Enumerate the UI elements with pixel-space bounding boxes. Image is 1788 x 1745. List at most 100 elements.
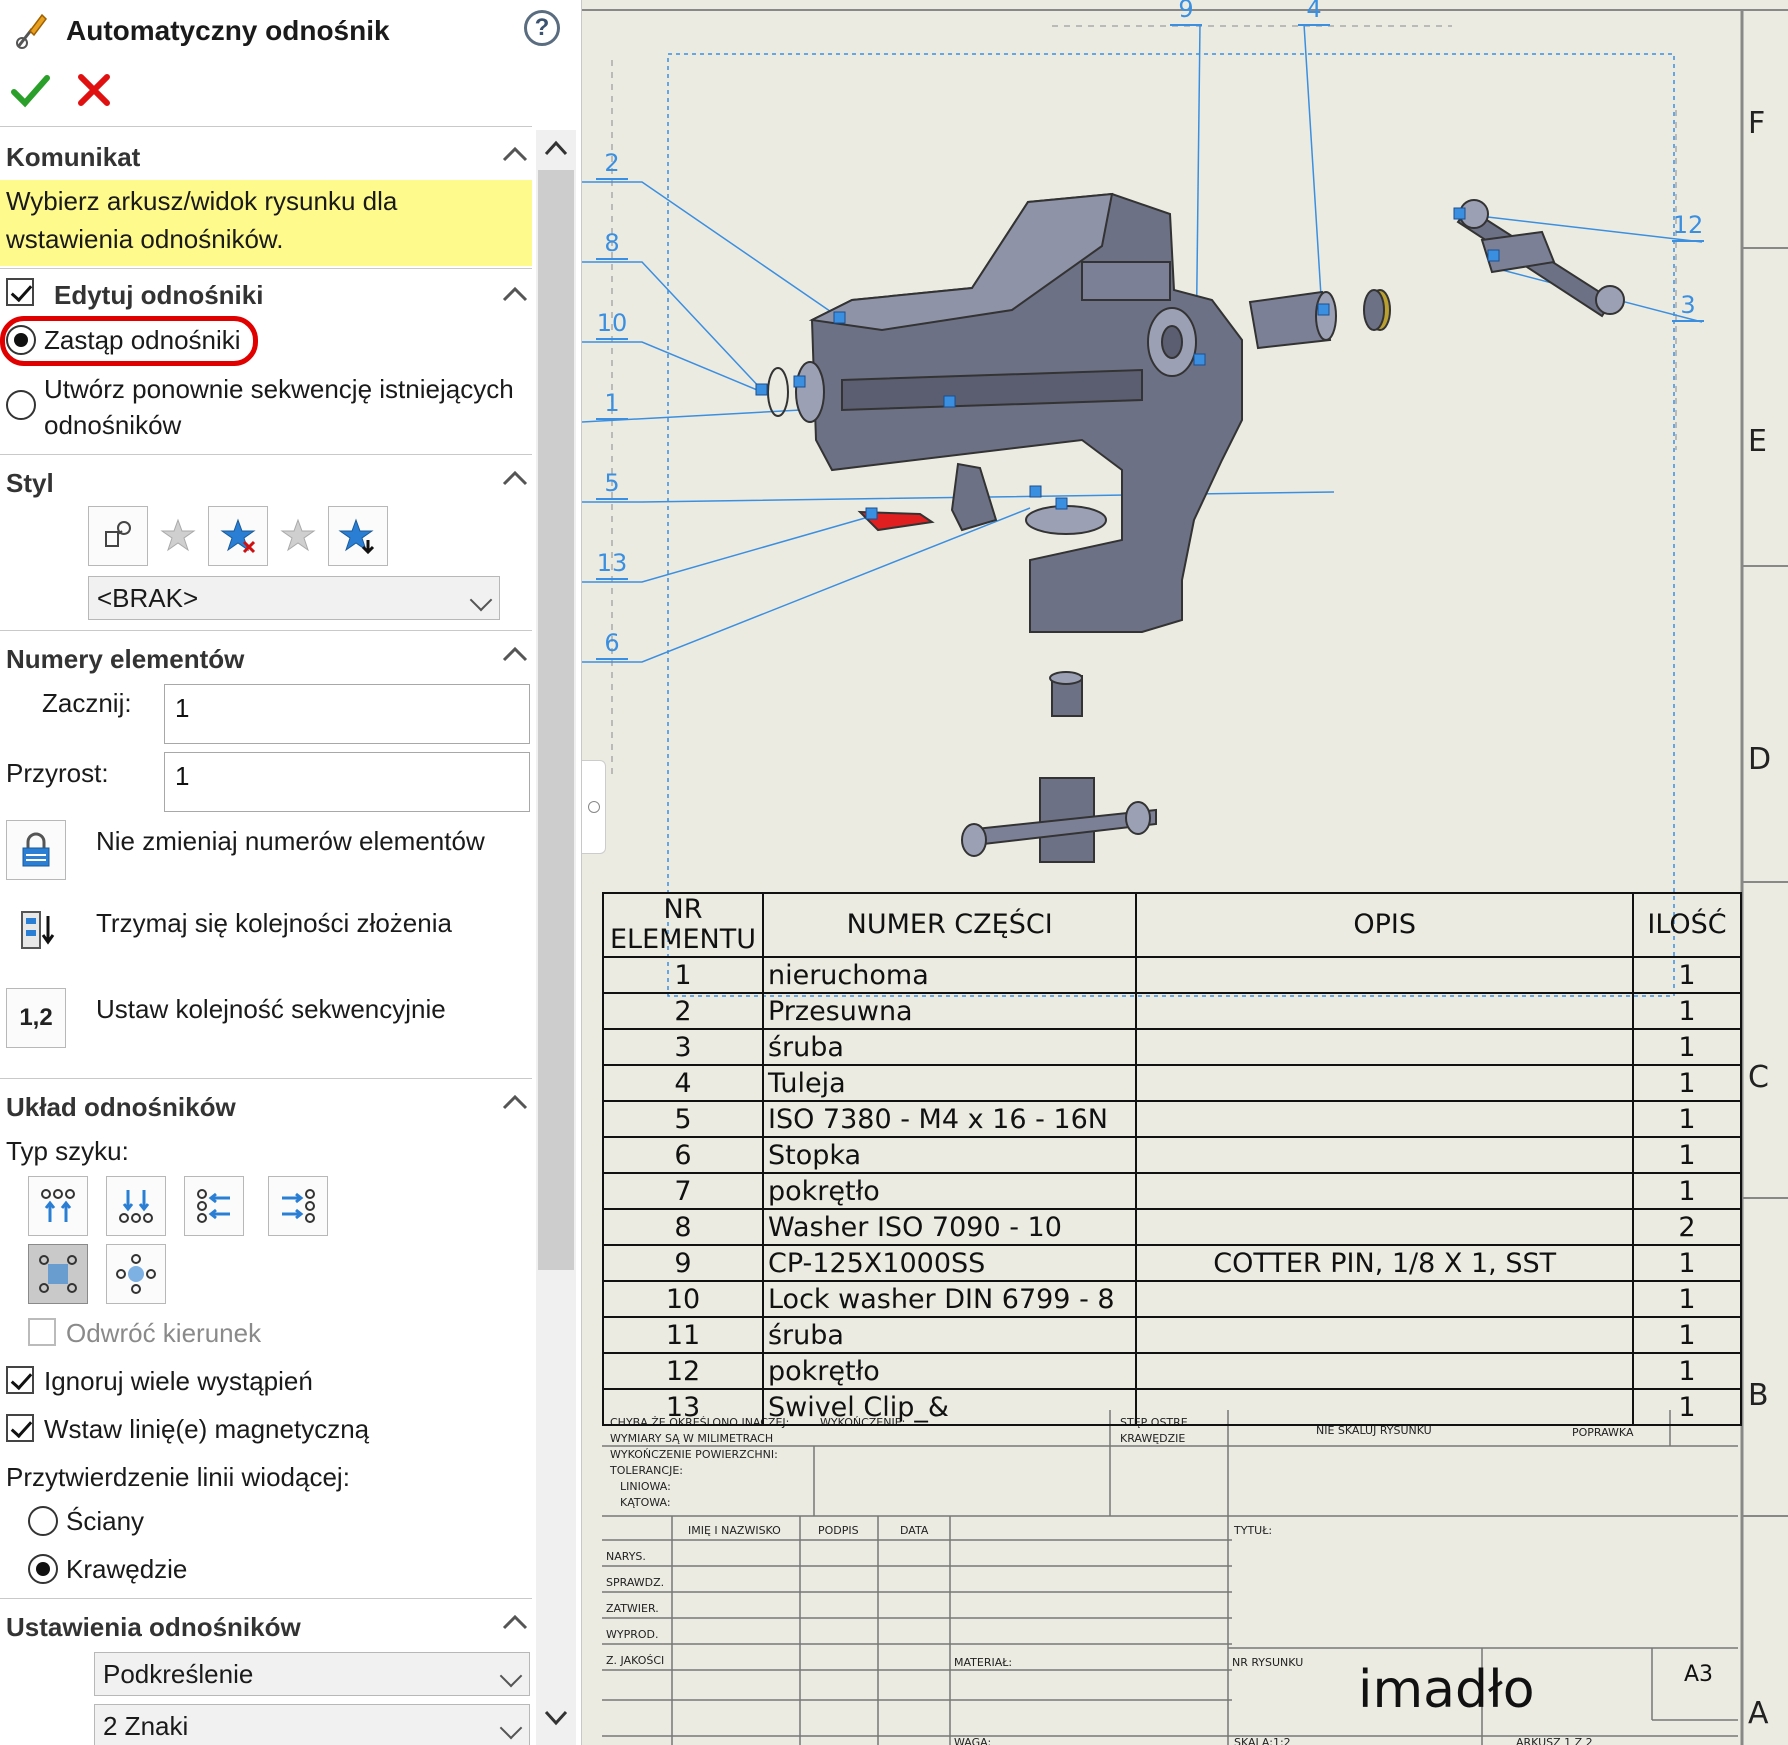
collapse-chevron-icon[interactable] [498, 282, 532, 306]
table-row[interactable]: 1 nieruchoma 1 [602, 956, 1742, 994]
table-row[interactable]: 5 ISO 7380 - M4 x 16 - 16N 1 [602, 1100, 1742, 1138]
balloon-size-combo[interactable]: 2 Znaki [94, 1704, 530, 1745]
chevron-down-icon [499, 1716, 523, 1740]
table-row[interactable]: 10 Lock washer DIN 6799 - 8 1 [602, 1280, 1742, 1318]
bom-cell-item: 3 [602, 1028, 764, 1066]
ok-check-icon[interactable] [10, 70, 50, 110]
tb-role: SPRAWDZ. [606, 1576, 665, 1589]
bom-cell-part: CP-125X1000SS [761, 1244, 1138, 1282]
resequence-label-2[interactable]: odnośników [44, 410, 181, 441]
sequential-order-icon[interactable]: 1,2 [6, 988, 66, 1048]
table-row[interactable]: 3 śruba 1 [602, 1028, 1742, 1066]
pm-scrollbar[interactable] [536, 130, 576, 1745]
table-row[interactable]: 4 Tuleja 1 [602, 1064, 1742, 1102]
bom-cell-item: 6 [602, 1136, 764, 1174]
table-row[interactable]: 9 CP-125X1000SS COTTER PIN, 1/8 X 1, SST 1 [602, 1244, 1742, 1282]
balloon-10[interactable]: 10 [596, 308, 628, 340]
scroll-thumb[interactable] [538, 170, 574, 1270]
sequential-order-label[interactable]: Ustaw kolejność sekwencyjnie [96, 994, 446, 1025]
bom-header-desc: OPIS [1135, 892, 1635, 958]
style-combo[interactable]: <BRAK> [88, 576, 500, 620]
layout-right-icon[interactable] [268, 1176, 328, 1236]
resequence-balloons-radio[interactable] [6, 390, 36, 420]
section-layout-title: Układ odnośników [6, 1092, 236, 1122]
balloon-4[interactable]: 4 [1298, 0, 1330, 26]
assembly-order-label[interactable]: Trzymaj się kolejności złożenia [96, 908, 452, 939]
attach-faces-label[interactable]: Ściany [66, 1506, 144, 1537]
lock-numbers-label[interactable]: Nie zmieniaj numerów elementów [96, 826, 485, 857]
balloon-style-combo[interactable]: Podkreślenie [94, 1652, 530, 1696]
attach-faces-radio[interactable] [28, 1506, 58, 1536]
layout-square-icon[interactable] [28, 1244, 88, 1304]
bom-header-item-line1: NR [663, 894, 703, 925]
balloon-1[interactable]: 1 [596, 388, 628, 420]
save-favorite-icon[interactable] [268, 506, 328, 566]
table-row[interactable]: 11 śruba 1 [602, 1316, 1742, 1354]
increment-input[interactable]: 1 [164, 752, 530, 812]
scroll-up-icon[interactable] [542, 136, 570, 160]
ignore-multiple-label[interactable]: Ignoruj wiele wystąpień [44, 1366, 313, 1397]
balloon-style-value: Podkreślenie [103, 1659, 254, 1689]
reverse-direction-label[interactable]: Odwróć kierunek [66, 1318, 261, 1349]
balloon-6[interactable]: 6 [596, 628, 628, 660]
layout-top-icon[interactable] [28, 1176, 88, 1236]
layout-left-icon[interactable] [184, 1176, 244, 1236]
add-favorite-icon[interactable] [148, 506, 208, 566]
bom-cell-qty: 1 [1632, 1316, 1742, 1354]
attach-edges-label[interactable]: Krawędzie [66, 1554, 187, 1585]
load-favorite-icon[interactable] [328, 506, 388, 566]
bom-cell-item: 12 [602, 1352, 764, 1390]
bom-cell-desc [1135, 1028, 1635, 1066]
balloon-8[interactable]: 8 [596, 228, 628, 260]
balloon-13[interactable]: 13 [596, 548, 628, 580]
bom-cell-qty: 1 [1632, 1172, 1742, 1210]
replace-balloons-label[interactable]: Zastąp odnośniki [44, 325, 241, 356]
cancel-x-icon[interactable] [74, 70, 114, 110]
table-row[interactable]: 6 Stopka 1 [602, 1136, 1742, 1174]
balloon-12[interactable]: 12 [1672, 210, 1704, 242]
magnetic-line-label[interactable]: Wstaw linię(e) magnetyczną [44, 1414, 369, 1445]
bom-cell-desc [1135, 1172, 1635, 1210]
divider [0, 1598, 532, 1599]
bom-header-row: NR ELEMENTU NUMER CZĘŚCI OPIS ILOŚĆ [602, 892, 1742, 958]
table-row[interactable]: 2 Przesuwna 1 [602, 992, 1742, 1030]
delete-favorite-icon[interactable] [208, 506, 268, 566]
bill-of-materials[interactable]: NR ELEMENTU NUMER CZĘŚCI OPIS ILOŚĆ 1 nier… [602, 892, 1742, 1426]
table-row[interactable]: 8 Washer ISO 7090 - 10 2 [602, 1208, 1742, 1246]
collapse-chevron-icon[interactable] [498, 642, 532, 666]
reverse-direction-checkbox[interactable] [28, 1318, 56, 1346]
layout-circular-icon[interactable] [106, 1244, 166, 1304]
bom-cell-item: 11 [602, 1316, 764, 1354]
table-row[interactable]: 12 pokrętło 1 [602, 1352, 1742, 1390]
lock-numbers-icon[interactable] [6, 820, 66, 880]
collapse-chevron-icon[interactable] [498, 1610, 532, 1634]
layout-bottom-icon[interactable] [106, 1176, 166, 1236]
drawing-graphics [582, 9, 1788, 1745]
assembly-order-icon[interactable] [6, 900, 66, 960]
help-button[interactable]: ? [524, 10, 560, 46]
collapse-chevron-icon[interactable] [498, 142, 532, 166]
bom-cell-desc: COTTER PIN, 1/8 X 1, SST [1135, 1244, 1635, 1282]
drawing-sheet[interactable]: 2 8 10 1 5 13 6 94 12 3 FEDCBA CHYBA ŻE OKREŚLO… [582, 0, 1788, 1745]
panel-splitter-handle[interactable] [582, 760, 606, 854]
bom-cell-item: 9 [602, 1244, 764, 1282]
table-row[interactable]: 7 pokrętło 1 [602, 1172, 1742, 1210]
attach-edges-radio[interactable] [28, 1554, 58, 1584]
collapse-chevron-icon[interactable] [498, 466, 532, 490]
balloon-2[interactable]: 2 [596, 148, 628, 180]
edit-balloons-checkbox[interactable] [6, 278, 34, 306]
balloon-3[interactable]: 3 [1672, 290, 1704, 322]
balloon-9[interactable]: 9 [1170, 0, 1202, 26]
magnetic-line-checkbox[interactable] [6, 1414, 34, 1442]
zone-label-A: A [1748, 1696, 1769, 1731]
balloon-style-icon[interactable] [88, 506, 148, 566]
scroll-down-icon[interactable] [542, 1706, 570, 1730]
table-row[interactable]: 13 Swivel Clip_& 1 [602, 1388, 1742, 1426]
resequence-label-1[interactable]: Utwórz ponownie sekwencję istniejących [44, 374, 514, 405]
balloon-5[interactable]: 5 [596, 468, 628, 500]
collapse-chevron-icon[interactable] [498, 1090, 532, 1114]
start-number-input[interactable]: 1 [164, 684, 530, 744]
tb-drawing-no-label: NR RYSUNKU [1232, 1656, 1304, 1669]
replace-balloons-radio[interactable] [6, 325, 36, 355]
ignore-multiple-checkbox[interactable] [6, 1366, 34, 1394]
